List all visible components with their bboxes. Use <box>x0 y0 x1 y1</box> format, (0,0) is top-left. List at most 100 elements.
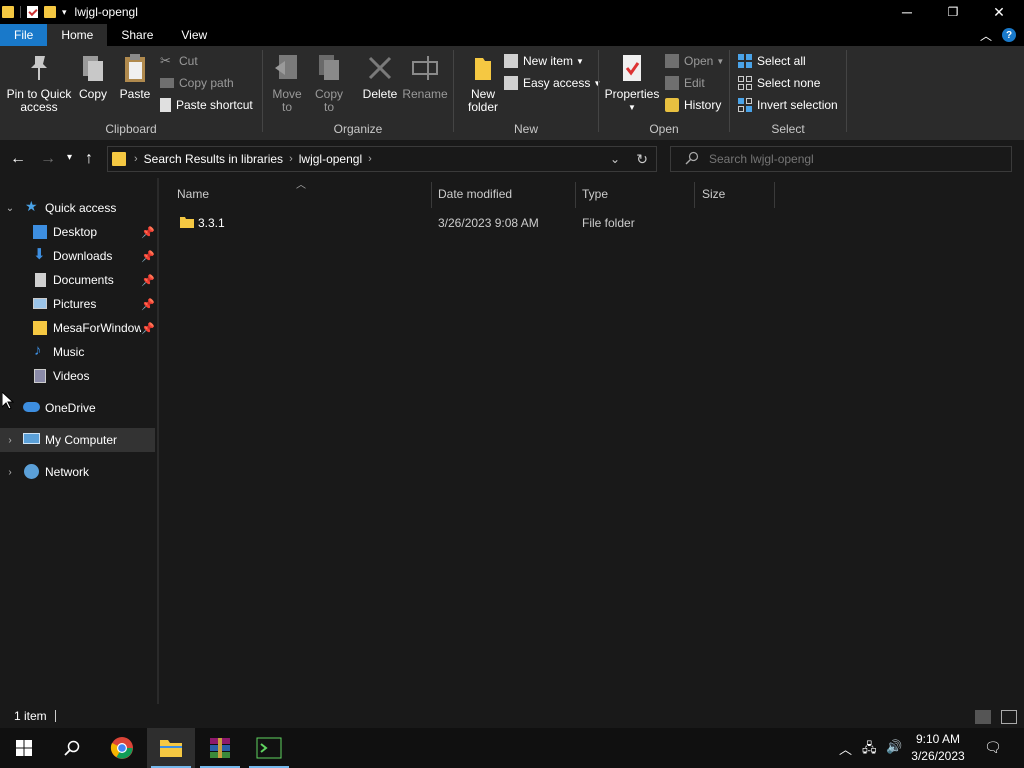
new-item-button[interactable]: New item ▼ <box>504 51 584 71</box>
minimize-button[interactable]: ─ <box>884 0 930 24</box>
taskbar-file-explorer[interactable] <box>147 728 195 768</box>
pin-icon[interactable]: 📌 <box>141 226 155 239</box>
tab-view[interactable]: View <box>167 24 221 46</box>
table-row[interactable]: 3.3.1 3/26/2023 9:08 AM File folder <box>160 212 780 234</box>
taskbar-winrar[interactable] <box>196 728 244 768</box>
help-icon[interactable]: ? <box>1002 28 1016 42</box>
dropdown-arrow-icon: ▼ <box>576 56 584 66</box>
close-button[interactable]: ✕ <box>976 0 1022 24</box>
taskbar-terminal[interactable] <box>245 728 293 768</box>
new-item-icon <box>504 54 518 68</box>
column-divider[interactable] <box>431 182 432 208</box>
large-icons-view-icon[interactable] <box>1001 710 1017 724</box>
column-divider[interactable] <box>694 182 695 208</box>
collapse-ribbon-icon[interactable]: ︿ <box>980 27 992 44</box>
breadcrumb-chevron-icon[interactable]: › <box>289 153 293 165</box>
easy-access-button[interactable]: Easy access ▼ <box>504 73 601 93</box>
breadcrumb-chevron-icon[interactable]: › <box>368 153 372 165</box>
volume-icon[interactable]: 🔊 <box>886 739 902 755</box>
address-bar[interactable]: › Search Results in libraries › lwjgl-op… <box>107 146 657 172</box>
rename-button[interactable]: Rename <box>401 52 449 101</box>
expand-chevron-icon[interactable]: ⌄ <box>5 203 15 214</box>
pin-icon[interactable]: 📌 <box>141 298 155 311</box>
breadcrumb-search-results[interactable]: Search Results in libraries <box>144 152 283 166</box>
history-button[interactable]: History <box>665 95 721 115</box>
navigation-pane-divider[interactable] <box>157 178 159 704</box>
breadcrumb-chevron-icon[interactable]: › <box>134 153 138 165</box>
back-arrow-icon[interactable]: ← <box>10 150 26 168</box>
folder-icon <box>112 152 126 166</box>
show-hidden-icons-chevron-icon[interactable]: ︿ <box>839 739 852 758</box>
taskbar-search-button[interactable] <box>48 728 96 768</box>
expand-chevron-icon[interactable]: › <box>5 467 15 478</box>
breadcrumb-lwjgl-opengl[interactable]: lwjgl-opengl <box>299 152 362 166</box>
toolbar-divider <box>20 6 21 18</box>
paste-button[interactable]: Paste <box>118 52 152 101</box>
tab-file[interactable]: File <box>0 24 48 46</box>
sidebar-item-network[interactable]: › Network <box>0 460 155 484</box>
edit-button[interactable]: Edit <box>665 73 705 93</box>
restore-button[interactable]: ❐ <box>930 0 976 24</box>
invert-selection-button[interactable]: Invert selection <box>738 95 838 115</box>
select-all-button[interactable]: Select all <box>738 51 806 71</box>
pin-icon[interactable]: 📌 <box>141 274 155 287</box>
new-folder-icon[interactable] <box>44 6 56 18</box>
search-box[interactable] <box>670 146 1012 172</box>
properties-icon[interactable] <box>27 6 38 18</box>
details-view-icon[interactable] <box>975 710 991 724</box>
sidebar-item-desktop[interactable]: Desktop 📌 <box>0 220 155 244</box>
sidebar-item-music[interactable]: ♪ Music <box>0 340 155 364</box>
file-date-modified: 3/26/2023 9:08 AM <box>438 216 539 230</box>
sidebar-item-videos[interactable]: Videos <box>0 364 155 388</box>
expand-chevron-icon[interactable]: › <box>5 435 15 446</box>
sidebar-item-quick-access[interactable]: ⌄ ★ Quick access <box>0 196 155 220</box>
forward-arrow-icon[interactable]: → <box>40 150 56 168</box>
sidebar-item-onedrive[interactable]: OneDrive <box>0 396 155 420</box>
column-divider[interactable] <box>774 182 775 208</box>
network-status-icon[interactable]: 🖧 <box>862 739 877 761</box>
cloud-icon <box>23 402 40 412</box>
terminal-icon <box>256 737 282 759</box>
up-arrow-icon[interactable]: ↑ <box>85 150 93 168</box>
sidebar-item-downloads[interactable]: ⬇ Downloads 📌 <box>0 244 155 268</box>
delete-button[interactable]: Delete <box>357 52 403 101</box>
pin-to-quick-access-button[interactable]: Pin to Quick access <box>6 52 72 114</box>
select-none-button[interactable]: Select none <box>738 73 820 93</box>
open-button[interactable]: Open ▼ <box>665 51 724 71</box>
copy-to-button[interactable]: Copy to <box>311 52 347 114</box>
copy-to-icon <box>315 52 343 84</box>
paste-shortcut-button[interactable]: Paste shortcut <box>160 95 253 115</box>
open-group: Properties ▼ Open ▼ Edit History Open <box>599 46 729 140</box>
column-header-name[interactable]: Name <box>177 184 209 204</box>
copy-path-icon <box>160 78 174 88</box>
tab-share[interactable]: Share <box>107 24 167 46</box>
sidebar-item-my-computer[interactable]: › My Computer <box>0 428 155 452</box>
pin-icon[interactable]: 📌 <box>141 322 155 335</box>
network-icon <box>24 464 39 479</box>
sidebar-item-pictures[interactable]: Pictures 📌 <box>0 292 155 316</box>
sidebar-item-mesaforwindows[interactable]: MesaForWindows 📌 <box>0 316 155 340</box>
pin-icon[interactable]: 📌 <box>141 250 155 263</box>
action-center-icon[interactable]: 🗨 <box>984 739 1002 756</box>
copy-button[interactable]: Copy <box>76 52 110 101</box>
move-to-button[interactable]: Move to <box>269 52 305 114</box>
refresh-icon[interactable]: ↻ <box>636 151 648 168</box>
column-header-type[interactable]: Type <box>582 184 608 204</box>
column-header-size[interactable]: Size <box>702 184 725 204</box>
properties-button[interactable]: Properties ▼ <box>603 52 661 114</box>
taskbar-chrome[interactable] <box>98 728 146 768</box>
edit-icon <box>665 76 679 90</box>
sidebar-item-documents[interactable]: Documents 📌 <box>0 268 155 292</box>
recent-locations-chevron-icon[interactable]: ▾ <box>67 152 72 163</box>
taskbar-clock[interactable]: 9:10 AM 3/26/2023 <box>906 731 970 765</box>
address-history-chevron-icon[interactable]: ⌄ <box>610 152 620 166</box>
customize-toolbar-chevron-icon[interactable]: ▾ <box>62 7 67 18</box>
copy-path-button[interactable]: Copy path <box>160 73 234 93</box>
column-header-date-modified[interactable]: Date modified <box>438 184 512 204</box>
cut-button[interactable]: ✂ Cut <box>160 51 198 71</box>
column-divider[interactable] <box>575 182 576 208</box>
tab-home[interactable]: Home <box>47 24 108 46</box>
search-input[interactable] <box>709 152 999 166</box>
start-button[interactable] <box>0 728 48 768</box>
new-folder-button[interactable]: New folder <box>460 52 506 114</box>
